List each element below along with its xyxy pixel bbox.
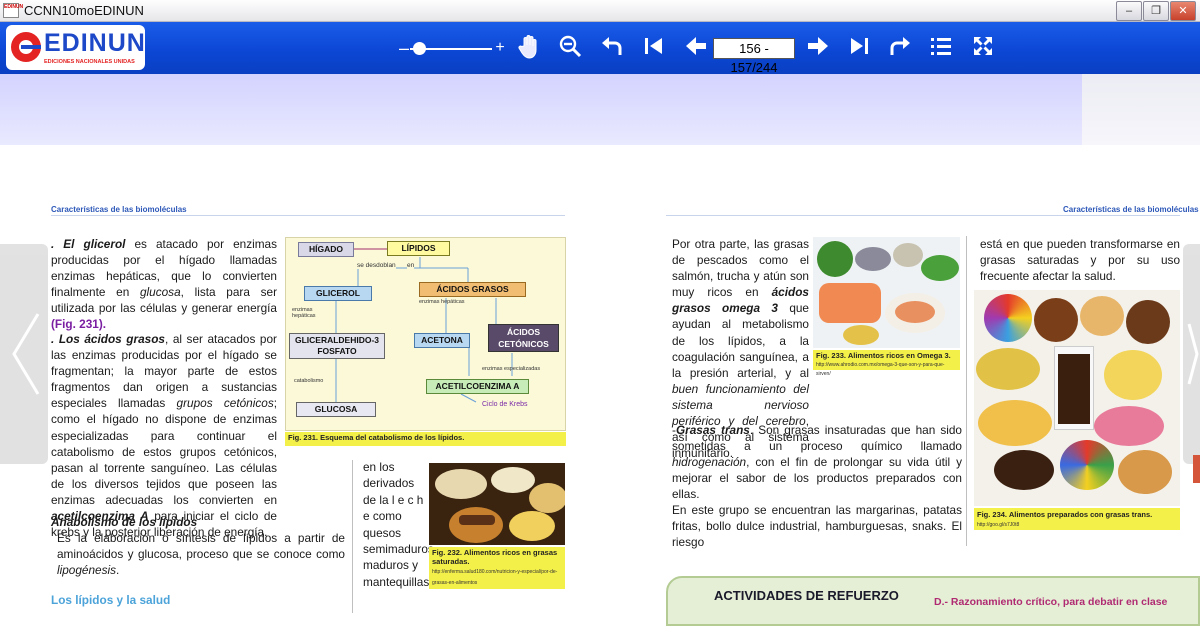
left-page-header: Características de las biomoléculas [51,205,187,214]
lacteos-text: en los derivados de la l e c h e como qu… [363,460,438,589]
node-glucosa: GLUCOSA [296,402,376,417]
previous-page-arrow[interactable] [0,244,48,464]
right-header-rule [666,215,1180,216]
node-glicerol: GLICEROL [304,286,372,301]
acidos-paragraph-top: . Los ácidos grasos, al ser atacados por… [51,332,278,540]
list-icon[interactable] [927,34,955,65]
next-page-arrow[interactable] [1183,244,1200,464]
page-number-input[interactable]: 156 - 157/244 [713,38,795,75]
next-page-icon[interactable] [804,34,832,65]
section-lipidos-salud[interactable]: Los lípidos y la salud [51,592,170,608]
zoom-in-button[interactable]: + [493,35,507,61]
fig-233-photo [813,237,960,348]
reader-toolbar: EDINUN EDICIONES NACIONALES UNIDAS – + 1… [0,22,1200,75]
page-top-banner [0,74,1200,145]
node-acidos-grasos: ÁCIDOS GRASOS [419,282,526,297]
banner-right-panel [1082,74,1200,145]
fig-232-photo [429,463,565,545]
fig-233-caption: Fig. 233. Alimentos ricos en Omega 3. htt… [813,350,960,377]
node-acetona: ACETONA [414,333,470,348]
grasas-trans-heading: Grasas trans [675,423,750,437]
right-page-header: Características de las biomoléculas [1063,205,1199,214]
anabolismo-heading: Anabolismo de los lípidos [51,515,198,529]
glicerol-paragraph: . El glicerol es atacado por enzimas pro… [51,237,278,332]
node-gliceraldehido: GLICERALDEHIDO-3 FOSFATO [289,333,385,359]
window-titlebar: EDINUN CCNN10moEDINUN – ❐ ✕ [0,0,1200,22]
left-header-rule [51,215,565,216]
maximize-button[interactable]: ❐ [1143,1,1169,21]
fig-234-photo [974,290,1180,506]
zoom-out-icon[interactable] [556,34,584,65]
activities-title: ACTIVIDADES DE REFUERZO [714,588,899,603]
anabolismo-section: Anabolismo de los lípidos [51,514,345,530]
ciclo-krebs-label: Ciclo de Krebs [482,401,528,408]
first-page-icon[interactable] [640,34,668,65]
close-button[interactable]: ✕ [1170,1,1196,21]
grasas-trans-paragraph: -Grasas trans. Son grasas insaturadas qu… [672,423,962,502]
zoom-slider-knob[interactable] [413,42,426,55]
logo-mark-icon [11,32,41,62]
anabolismo-paragraph: Es la elaboración o síntesis de lípidos … [57,531,345,578]
zoom-out-button[interactable]: – [398,35,410,61]
fig-234-caption: Fig. 234. Alimentos preparados con grasa… [974,508,1180,530]
trans-risk-paragraph: está en que pueden transformarse en gras… [980,237,1180,284]
undo-icon[interactable] [598,34,626,65]
app-icon: EDINUN [3,3,23,18]
last-page-icon[interactable] [845,34,873,65]
previous-page-icon[interactable] [682,34,710,65]
fig-232-caption: Fig. 232. Alimentos ricos en grasas satu… [429,547,565,589]
fig-231-diagram: HÍGADO LÍPIDOS se desdoblan en GLICEROL … [285,237,566,431]
margarinas-paragraph: En este grupo se encuentran las margarin… [672,503,962,550]
activities-panel: ACTIVIDADES DE REFUERZO D.- Razonamiento… [666,576,1200,626]
edinun-logo: EDINUN EDICIONES NACIONALES UNIDAS [6,25,145,70]
acidos-heading: . Los ácidos grasos [51,332,165,346]
node-acidos-cetonicos: ÁCIDOS CETÓNICOS [488,324,559,352]
node-lipidos: LÍPIDOS [387,241,450,256]
minimize-button[interactable]: – [1116,1,1142,21]
node-acetilcoenzima: ACETILCOENZIMA A [426,379,529,394]
window-title: CCNN10moEDINUN [24,3,144,18]
glicerol-heading: . El glicerol [51,237,126,251]
node-higado: HÍGADO [298,242,354,257]
hand-icon[interactable] [515,34,543,67]
fullscreen-icon[interactable] [969,34,997,65]
page-tab-marker [1193,455,1200,483]
redo-icon[interactable] [886,34,914,65]
fig-231-caption: Fig. 231. Esquema del catabolismo de los… [285,432,566,446]
activities-debate-heading: D.- Razonamiento crítico, para debatir e… [934,596,1168,608]
fig-231-reference[interactable]: (Fig. 231). [51,317,106,331]
